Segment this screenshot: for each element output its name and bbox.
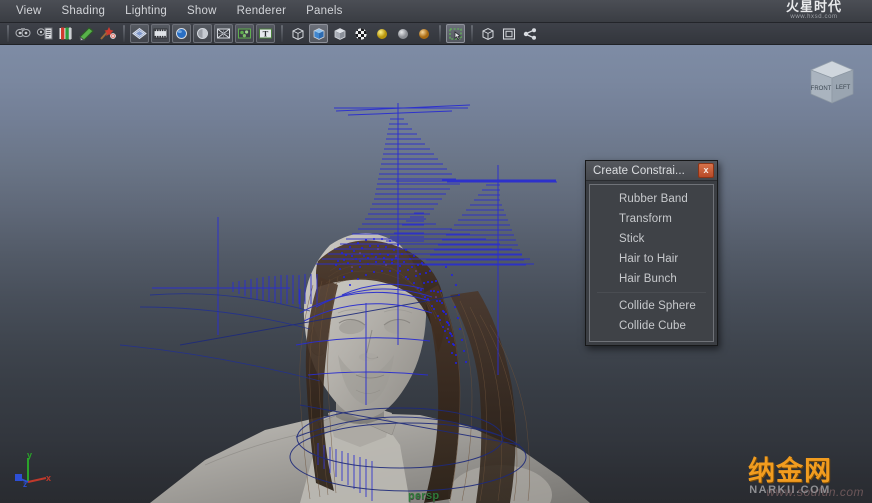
create-constraint-dialog[interactable]: Create Constrai... x Rubber Band Transfo… xyxy=(585,160,718,346)
marquee-select-icon[interactable] xyxy=(446,24,465,43)
dialog-title: Create Constrai... xyxy=(593,164,685,177)
toolbar-separator xyxy=(279,25,284,42)
toolbar-separator xyxy=(469,25,474,42)
axis-y-label: y xyxy=(27,450,32,460)
share-nodes-icon[interactable] xyxy=(520,24,539,43)
constraint-hair-to-hair[interactable]: Hair to Hair xyxy=(590,249,713,269)
constraint-transform[interactable]: Transform xyxy=(590,209,713,229)
wireframe-cube-icon[interactable] xyxy=(288,24,307,43)
viewcube-front-label: FRONT xyxy=(811,86,832,92)
toolbar-separator xyxy=(121,25,126,42)
viewcube-left-label: LEFT xyxy=(836,85,851,91)
grease-pencil-icon[interactable] xyxy=(77,24,96,43)
hxsd-logo-url: www.hxsd.com xyxy=(790,14,838,20)
hxsd-logo-text: 火星时代 xyxy=(785,0,842,15)
book-icon[interactable] xyxy=(56,24,75,43)
yellow-light-icon[interactable] xyxy=(372,24,391,43)
viewport-toolbar: T xyxy=(0,23,872,45)
checker-sphere-icon[interactable] xyxy=(351,24,370,43)
scene-geometry xyxy=(119,103,590,503)
resolution-gate-icon[interactable] xyxy=(172,24,191,43)
constraint-collide-cube[interactable]: Collide Cube xyxy=(590,316,713,336)
constraint-collide-sphere[interactable]: Collide Sphere xyxy=(590,296,713,316)
constraint-stick[interactable]: Stick xyxy=(590,229,713,249)
maya-viewport-window: View Shading Lighting Show Renderer Pane… xyxy=(0,0,872,503)
constraint-hair-bunch[interactable]: Hair Bunch xyxy=(590,269,713,289)
axis-gizmo: y x z xyxy=(10,448,58,493)
filmgate-icon[interactable] xyxy=(151,24,170,43)
camera-attributes-icon[interactable] xyxy=(35,24,54,43)
flat-shaded-cube-icon[interactable] xyxy=(330,24,349,43)
exposure-icon[interactable] xyxy=(235,24,254,43)
xray-icon[interactable] xyxy=(214,24,233,43)
menu-lighting[interactable]: Lighting xyxy=(115,3,177,19)
3d-viewport[interactable]: FRONT LEFT y x z persp 纳金网 NARKII.COM ww… xyxy=(0,45,872,503)
close-icon[interactable]: x xyxy=(698,163,714,178)
magic-wand-icon[interactable] xyxy=(98,24,117,43)
xray-joints-icon[interactable] xyxy=(499,24,518,43)
toolbar-separator xyxy=(437,25,442,42)
view-cube[interactable]: FRONT LEFT xyxy=(801,56,863,108)
toolbar-separator xyxy=(5,25,10,42)
dialog-separator xyxy=(597,292,706,293)
orange-light-icon[interactable] xyxy=(414,24,433,43)
menu-view[interactable]: View xyxy=(6,3,52,19)
menu-shading[interactable]: Shading xyxy=(52,3,116,19)
menu-panels[interactable]: Panels xyxy=(296,3,352,19)
gate-mask-icon[interactable] xyxy=(193,24,212,43)
text-icon[interactable]: T xyxy=(256,24,275,43)
isolate-cube-icon[interactable] xyxy=(478,24,497,43)
axis-x-label: x xyxy=(46,473,51,483)
wireframe-icon[interactable] xyxy=(130,24,149,43)
narkii-logo-text: 纳金网 xyxy=(748,456,832,487)
grey-light-icon[interactable] xyxy=(393,24,412,43)
menu-bar: View Shading Lighting Show Renderer Pane… xyxy=(0,0,872,23)
svg-text:T: T xyxy=(263,29,269,39)
hxsd-brand-logo: 火星时代 www.hxsd.com xyxy=(760,1,868,22)
soufun-overlay-text: www.soufun.com xyxy=(766,485,864,499)
camera-icon[interactable] xyxy=(14,24,33,43)
dialog-menu-list: Rubber Band Transform Stick Hair to Hair… xyxy=(589,184,714,342)
viewport-camera-label: persp xyxy=(408,490,440,502)
menu-renderer[interactable]: Renderer xyxy=(227,3,297,19)
axis-z-label: z xyxy=(23,480,27,489)
smooth-shaded-cube-icon[interactable] xyxy=(309,24,328,43)
constraint-rubber-band[interactable]: Rubber Band xyxy=(590,189,713,209)
menu-show[interactable]: Show xyxy=(177,3,227,19)
dialog-title-bar[interactable]: Create Constrai... x xyxy=(586,161,717,181)
